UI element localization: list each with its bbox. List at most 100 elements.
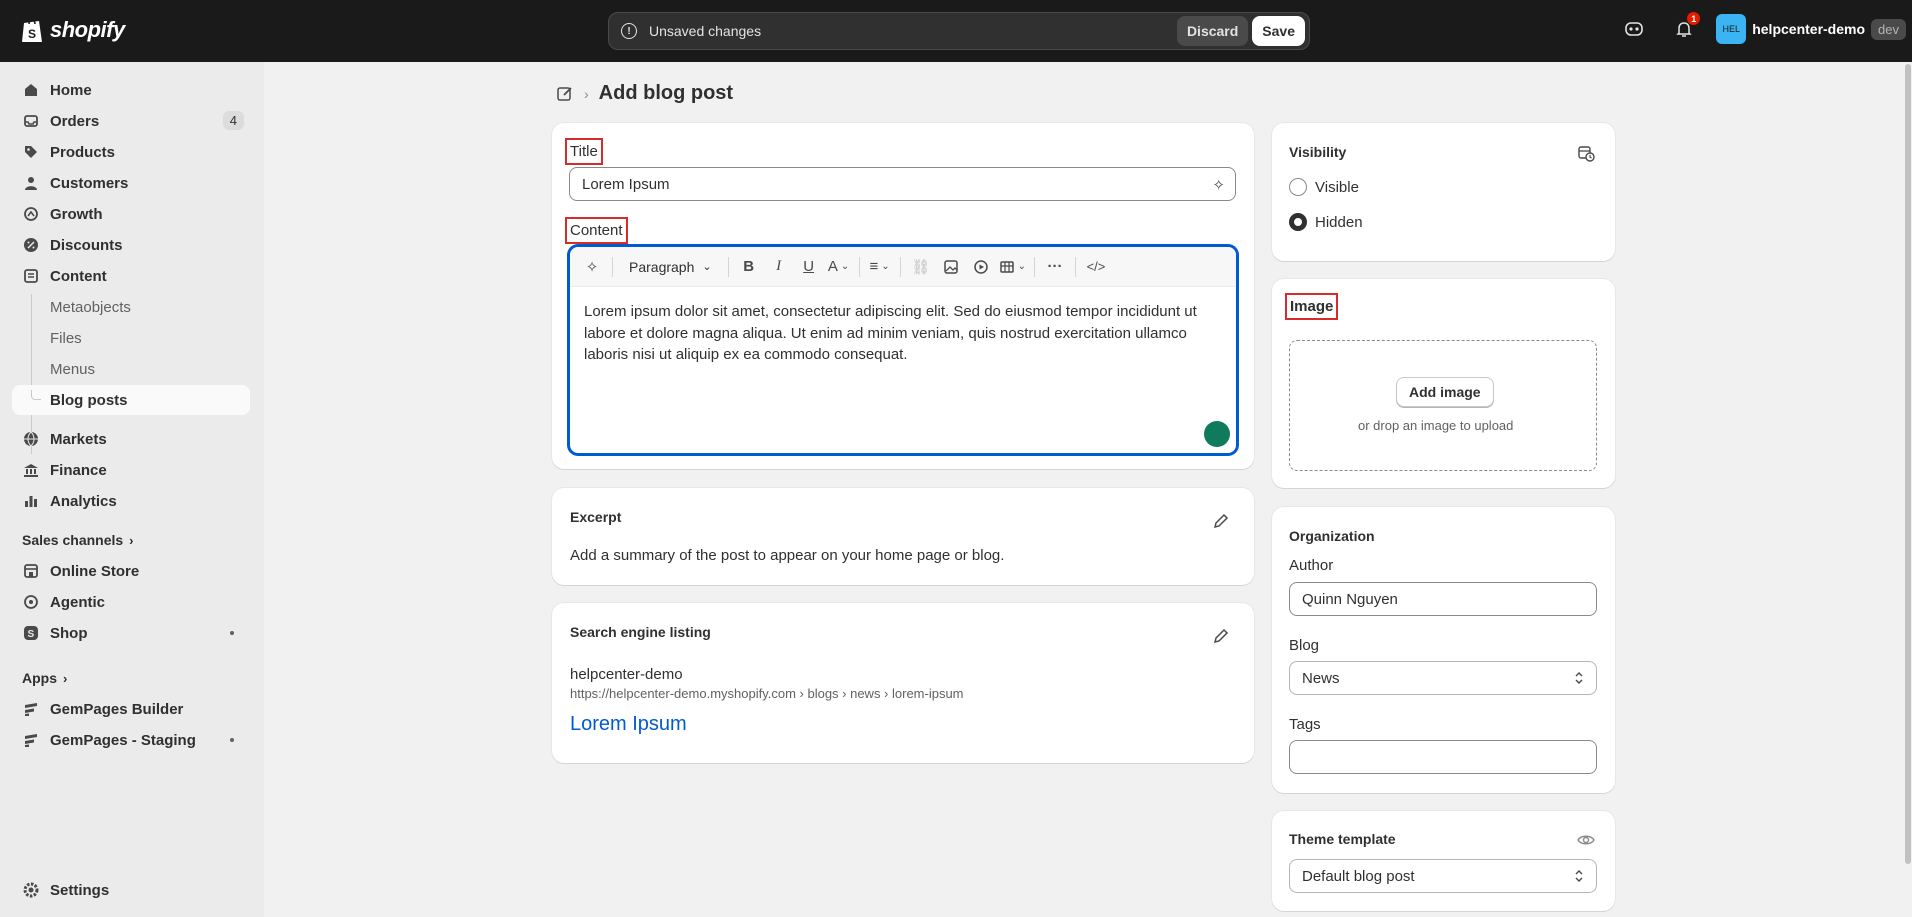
breadcrumb-separator: › bbox=[584, 85, 589, 102]
table-icon[interactable]: ⌄ bbox=[999, 253, 1026, 281]
inbox-icon bbox=[22, 112, 40, 130]
more-options-icon[interactable]: ··· bbox=[1043, 253, 1067, 281]
blog-select[interactable]: News bbox=[1289, 661, 1597, 695]
underline-icon[interactable]: U bbox=[797, 253, 821, 281]
sidebar-item-files[interactable]: Files bbox=[12, 323, 250, 353]
svg-text:S: S bbox=[28, 27, 36, 41]
info-icon: ! bbox=[621, 23, 637, 39]
dev-badge: dev bbox=[1871, 18, 1906, 40]
eye-icon[interactable] bbox=[1577, 831, 1595, 849]
unsaved-changes-text: Unsaved changes bbox=[649, 23, 762, 39]
content-editor[interactable]: ✧ Paragraph ⌄ B I U A ⌄ ≡ ⌄ ⛓ ⌄ ··· </> Lo… bbox=[568, 245, 1238, 455]
hidden-radio[interactable] bbox=[1289, 213, 1307, 231]
italic-icon[interactable]: I bbox=[767, 253, 791, 281]
sidebar-item-settings[interactable]: Settings bbox=[12, 875, 250, 905]
sidebar-item-label: Menus bbox=[50, 360, 96, 378]
apps-section[interactable]: Apps › bbox=[22, 670, 67, 686]
agentic-icon bbox=[22, 593, 40, 611]
unsaved-changes-bar: ! Unsaved changes Discard Save bbox=[608, 12, 1310, 50]
store-name[interactable]: helpcenter-demo bbox=[1752, 21, 1865, 37]
theme-template-select[interactable]: Default blog post bbox=[1289, 859, 1597, 893]
content-icon bbox=[22, 267, 40, 285]
toolbar-divider bbox=[727, 256, 729, 277]
align-icon[interactable]: ≡ ⌄ bbox=[868, 253, 892, 281]
text-color-icon[interactable]: A ⌄ bbox=[827, 253, 851, 281]
sidebar-item-blog-posts[interactable]: Blog posts bbox=[12, 385, 250, 415]
sidebar-item-label: Settings bbox=[50, 881, 110, 899]
shopify-logo[interactable]: S shopify bbox=[20, 16, 125, 44]
chevron-right-icon: › bbox=[129, 532, 134, 548]
sales-channels-label: Sales channels bbox=[22, 532, 124, 548]
paragraph-label: Paragraph bbox=[629, 258, 695, 275]
globe-icon bbox=[22, 430, 40, 448]
bold-icon[interactable]: B bbox=[737, 253, 761, 281]
pencil-icon[interactable] bbox=[1212, 512, 1230, 530]
image-icon[interactable] bbox=[939, 253, 963, 281]
home-icon bbox=[22, 81, 40, 99]
content-text[interactable]: Lorem ipsum dolor sit amet, consectetur … bbox=[584, 301, 1224, 366]
sidebar-item-gempages-builder[interactable]: GemPages Builder bbox=[12, 694, 250, 724]
visible-label: Visible bbox=[1315, 179, 1359, 196]
sidebar-item-content[interactable]: Content bbox=[12, 261, 250, 291]
tags-label: Tags bbox=[1289, 716, 1321, 733]
sidebar-item-products[interactable]: Products bbox=[12, 137, 250, 167]
sidebar-item-home[interactable]: Home bbox=[12, 75, 250, 105]
sidebar-item-analytics[interactable]: Analytics bbox=[12, 486, 250, 516]
notifications-bell-icon[interactable]: 1 bbox=[1672, 12, 1701, 41]
svg-text:S: S bbox=[28, 629, 35, 640]
discard-button[interactable]: Discard bbox=[1176, 16, 1249, 46]
grammarly-icon[interactable] bbox=[1204, 421, 1230, 447]
sparkle-icon[interactable]: ✧ bbox=[1212, 176, 1225, 194]
orders-count-badge: 4 bbox=[222, 111, 244, 130]
sidebar-item-agentic[interactable]: Agentic bbox=[12, 587, 250, 617]
sidebar-item-finance[interactable]: Finance bbox=[12, 455, 250, 485]
seo-url: https://helpcenter-demo.myshopify.com › … bbox=[570, 686, 964, 701]
sidebar-item-customers[interactable]: Customers bbox=[12, 168, 250, 198]
add-image-button[interactable]: Add image bbox=[1396, 377, 1494, 407]
scrollbar-thumb[interactable] bbox=[1905, 64, 1911, 864]
store-avatar[interactable]: HEL bbox=[1716, 14, 1747, 44]
sidebar-item-gempages-staging[interactable]: GemPages - Staging bbox=[12, 725, 250, 755]
ai-sparkle-icon[interactable]: ✧ bbox=[580, 253, 604, 281]
page-header: › Add blog post bbox=[556, 82, 733, 105]
pencil-icon[interactable] bbox=[1212, 627, 1230, 645]
sidebar-item-label: Agentic bbox=[50, 593, 106, 611]
select-arrows-icon bbox=[1575, 870, 1583, 882]
sidebar-item-label: GemPages - Staging bbox=[50, 731, 196, 749]
sidebar-item-shop[interactable]: S Shop bbox=[12, 618, 250, 648]
code-view-icon[interactable]: </> bbox=[1084, 253, 1108, 281]
sidebar-item-metaobjects[interactable]: Metaobjects bbox=[12, 292, 250, 322]
sales-channels-section[interactable]: Sales channels › bbox=[22, 532, 134, 548]
drop-image-text: or drop an image to upload bbox=[1358, 418, 1514, 433]
sidebar-item-label: GemPages Builder bbox=[50, 700, 184, 718]
content-label: Content bbox=[565, 217, 628, 244]
status-dot bbox=[230, 738, 234, 742]
link-icon[interactable]: ⛓ bbox=[909, 253, 933, 281]
gempages-icon bbox=[22, 731, 40, 749]
blog-edit-icon[interactable] bbox=[556, 85, 574, 103]
sidebar-item-discounts[interactable]: Discounts bbox=[12, 230, 250, 260]
top-right-actions: 1 HEL helpcenter-demo dev bbox=[1622, 12, 1912, 44]
tags-input[interactable] bbox=[1289, 740, 1597, 774]
sidebar-item-menus[interactable]: Menus bbox=[12, 354, 250, 384]
visible-radio[interactable] bbox=[1289, 178, 1307, 196]
shopify-bag-icon: S bbox=[22, 19, 42, 42]
calendar-clock-icon[interactable] bbox=[1577, 144, 1595, 162]
editor-toolbar: ✧ Paragraph ⌄ B I U A ⌄ ≡ ⌄ ⛓ ⌄ ··· </> bbox=[570, 247, 1236, 287]
brand-name: shopify bbox=[50, 17, 125, 42]
sidebar-item-growth[interactable]: Growth bbox=[12, 199, 250, 229]
title-value: Lorem Ipsum bbox=[582, 175, 670, 193]
paragraph-format-select[interactable]: Paragraph ⌄ bbox=[621, 253, 720, 281]
save-button[interactable]: Save bbox=[1252, 16, 1305, 46]
sidekick-icon[interactable] bbox=[1622, 17, 1646, 41]
gempages-icon bbox=[22, 700, 40, 718]
sidebar-item-online-store[interactable]: Online Store bbox=[12, 556, 250, 586]
title-input[interactable]: Lorem Ipsum ✧ bbox=[569, 167, 1236, 201]
sidebar-item-orders[interactable]: Orders 4 bbox=[12, 106, 250, 136]
sidebar-item-label: Customers bbox=[50, 174, 129, 192]
video-icon[interactable] bbox=[969, 253, 993, 281]
author-input[interactable]: Quinn Nguyen bbox=[1289, 582, 1597, 616]
sidebar-item-label: Files bbox=[50, 329, 82, 347]
sidebar-item-markets[interactable]: Markets bbox=[12, 424, 250, 454]
toolbar-divider bbox=[899, 256, 901, 277]
